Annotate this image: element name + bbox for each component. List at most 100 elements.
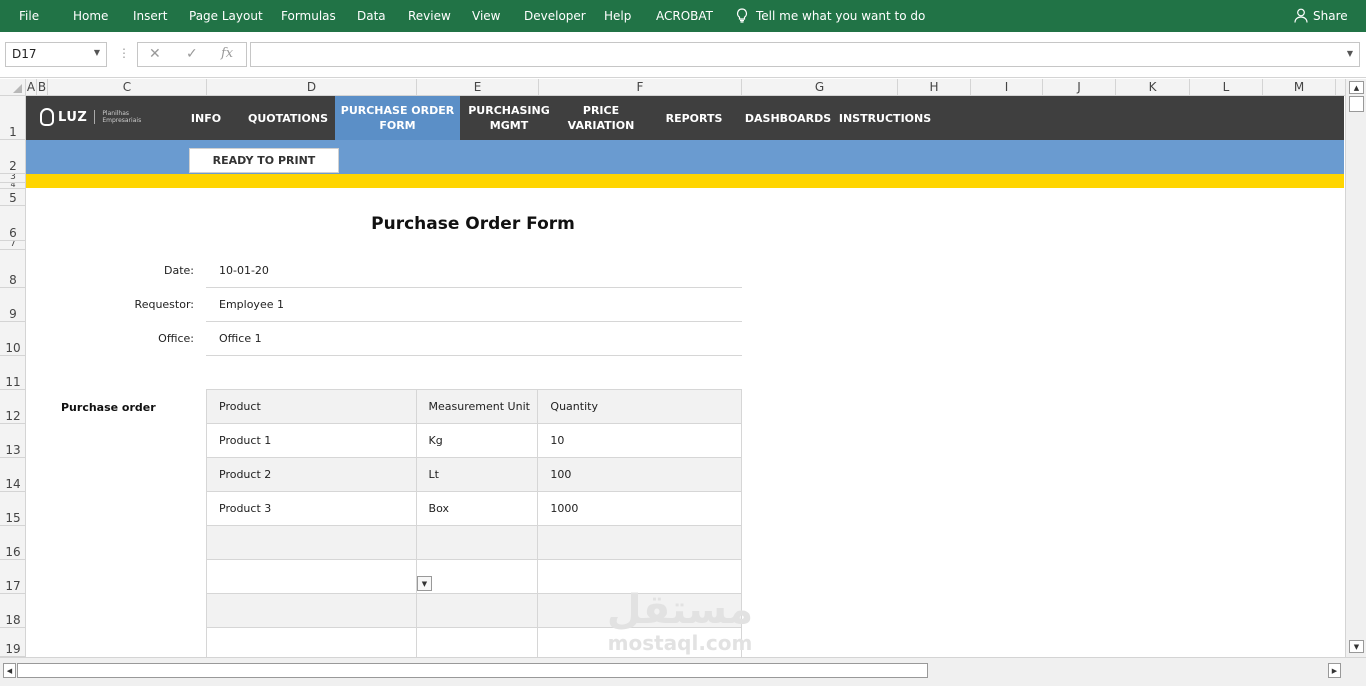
unit-cell[interactable]	[415, 559, 539, 594]
tab-data[interactable]: Data	[357, 9, 386, 23]
ready-to-print-button[interactable]: READY TO PRINT	[189, 148, 339, 173]
row-header-14[interactable]: 14	[0, 458, 25, 492]
product-cell[interactable]	[206, 627, 417, 657]
tab-review[interactable]: Review	[408, 9, 451, 23]
nav-instructions[interactable]: INSTRUCTIONS	[837, 96, 933, 140]
nav-price-variation[interactable]: PRICE VARIATION	[558, 96, 644, 140]
tell-me-search[interactable]: Tell me what you want to do	[736, 8, 925, 23]
unit-cell[interactable]	[415, 525, 539, 560]
office-value[interactable]: Office 1	[219, 332, 262, 345]
tab-insert[interactable]: Insert	[133, 9, 167, 23]
column-header-b[interactable]: B	[37, 79, 48, 96]
requestor-value[interactable]: Employee 1	[219, 298, 284, 311]
row-header-3[interactable]: 3	[0, 174, 25, 183]
unit-cell[interactable]: Lt	[415, 457, 539, 492]
quantity-cell[interactable]	[537, 525, 742, 560]
tab-help[interactable]: Help	[604, 9, 631, 23]
table-row	[206, 525, 742, 560]
quantity-cell[interactable]: 1000	[537, 491, 742, 526]
product-cell[interactable]: Product 2	[206, 457, 417, 492]
horizontal-scrollbar[interactable]: ◀ ▶	[0, 657, 1366, 686]
product-cell[interactable]: Product 3	[206, 491, 417, 526]
product-cell[interactable]	[206, 559, 417, 594]
tab-page-layout[interactable]: Page Layout	[189, 9, 263, 23]
scroll-up-icon[interactable]: ▲	[1349, 81, 1364, 94]
tab-file[interactable]: File	[19, 9, 39, 23]
nav-dashboards-label: DASHBOARDS	[744, 111, 832, 125]
cell-dropdown-chevron-down-icon[interactable]: ▼	[417, 576, 432, 591]
cancel-icon[interactable]: ✕	[149, 46, 161, 62]
row-header-13[interactable]: 13	[0, 424, 25, 458]
nav-quotations[interactable]: QUOTATIONS	[246, 96, 330, 140]
excel-window: File Home Insert Page Layout Formulas Da…	[0, 0, 1366, 686]
column-header-c[interactable]: C	[48, 79, 207, 96]
scroll-right-icon[interactable]: ▶	[1328, 663, 1341, 678]
chevron-down-icon[interactable]: ▼	[94, 48, 100, 57]
row-header-9[interactable]: 9	[0, 288, 25, 322]
checkmark-icon[interactable]: ✓	[186, 46, 198, 62]
tab-view[interactable]: View	[472, 9, 500, 23]
product-cell[interactable]	[206, 525, 417, 560]
quantity-cell[interactable]: 10	[537, 423, 742, 458]
row-header-6[interactable]: 6	[0, 206, 25, 241]
column-header-h[interactable]: H	[898, 79, 971, 96]
column-header-d[interactable]: D	[207, 79, 417, 96]
nav-reports[interactable]: REPORTS	[653, 96, 735, 140]
column-header-j[interactable]: J	[1043, 79, 1116, 96]
date-value[interactable]: 10-01-20	[219, 264, 269, 277]
function-icon[interactable]: fx	[221, 46, 233, 61]
column-header-k[interactable]: K	[1116, 79, 1190, 96]
quantity-cell[interactable]: 100	[537, 457, 742, 492]
row-header-1[interactable]: 1	[0, 96, 25, 140]
nav-dashboards[interactable]: DASHBOARDS	[739, 96, 837, 140]
tab-acrobat[interactable]: ACROBAT	[656, 9, 713, 23]
row-header-8[interactable]: 8	[0, 250, 25, 288]
tab-home[interactable]: Home	[73, 9, 108, 23]
row-header-5[interactable]: 5	[0, 189, 25, 206]
column-header-g[interactable]: G	[742, 79, 898, 96]
tab-developer[interactable]: Developer	[524, 9, 586, 23]
name-box[interactable]: D17 ▼	[5, 42, 107, 67]
row-header-15[interactable]: 15	[0, 492, 25, 526]
nav-purchasing-mgmt[interactable]: PURCHASING MGMT	[460, 96, 558, 140]
row-header-18[interactable]: 18	[0, 594, 25, 628]
dashboard-nav-bar: LUZ Planilhas Empresariais INFO QUOTATIO…	[26, 96, 1344, 140]
formula-bar: D17 ▼ ⋮ ✕ ✓ fx ▼	[0, 32, 1366, 78]
column-header-f[interactable]: F	[539, 79, 742, 96]
scroll-left-icon[interactable]: ◀	[3, 663, 16, 678]
row-header-2[interactable]: 2	[0, 140, 25, 174]
select-all-corner[interactable]	[0, 79, 26, 96]
column-header-a[interactable]: A	[26, 79, 37, 96]
row-header-17[interactable]: 17	[0, 560, 25, 594]
share-button[interactable]: Share	[1294, 8, 1348, 23]
unit-cell[interactable]: Kg	[415, 423, 539, 458]
column-header-i[interactable]: I	[971, 79, 1043, 96]
row-header-7[interactable]: 7	[0, 241, 25, 250]
row-header-16[interactable]: 16	[0, 526, 25, 560]
luz-logo: LUZ Planilhas Empresariais	[40, 108, 141, 126]
tab-formulas[interactable]: Formulas	[281, 9, 336, 23]
worksheet: LUZ Planilhas Empresariais INFO QUOTATIO…	[26, 96, 1344, 657]
row-header-19[interactable]: 19	[0, 628, 25, 657]
unit-cell[interactable]	[415, 593, 539, 628]
horizontal-scroll-thumb[interactable]	[17, 663, 928, 678]
scroll-down-icon[interactable]: ▼	[1349, 640, 1364, 653]
formula-input[interactable]: ▼	[250, 42, 1360, 67]
row-header-11[interactable]: 11	[0, 356, 25, 390]
chevron-down-icon[interactable]: ▼	[1347, 49, 1353, 58]
row-header-10[interactable]: 10	[0, 322, 25, 356]
row-header-12[interactable]: 12	[0, 390, 25, 424]
tell-me-text: Tell me what you want to do	[756, 8, 926, 23]
unit-cell[interactable]	[415, 627, 539, 657]
nav-info[interactable]: INFO	[166, 96, 246, 140]
product-cell[interactable]: Product 1	[206, 423, 417, 458]
unit-cell[interactable]: Box	[415, 491, 539, 526]
vertical-scroll-thumb[interactable]	[1349, 96, 1364, 112]
nav-purchase-order-form[interactable]: PURCHASE ORDER FORM	[335, 96, 460, 140]
column-header-m[interactable]: M	[1263, 79, 1336, 96]
product-cell[interactable]	[206, 593, 417, 628]
vertical-scrollbar[interactable]: ▲ ▼	[1345, 79, 1366, 657]
column-header-l[interactable]: L	[1190, 79, 1263, 96]
watermark-arabic: مستقل	[606, 587, 754, 633]
column-header-e[interactable]: E	[417, 79, 539, 96]
